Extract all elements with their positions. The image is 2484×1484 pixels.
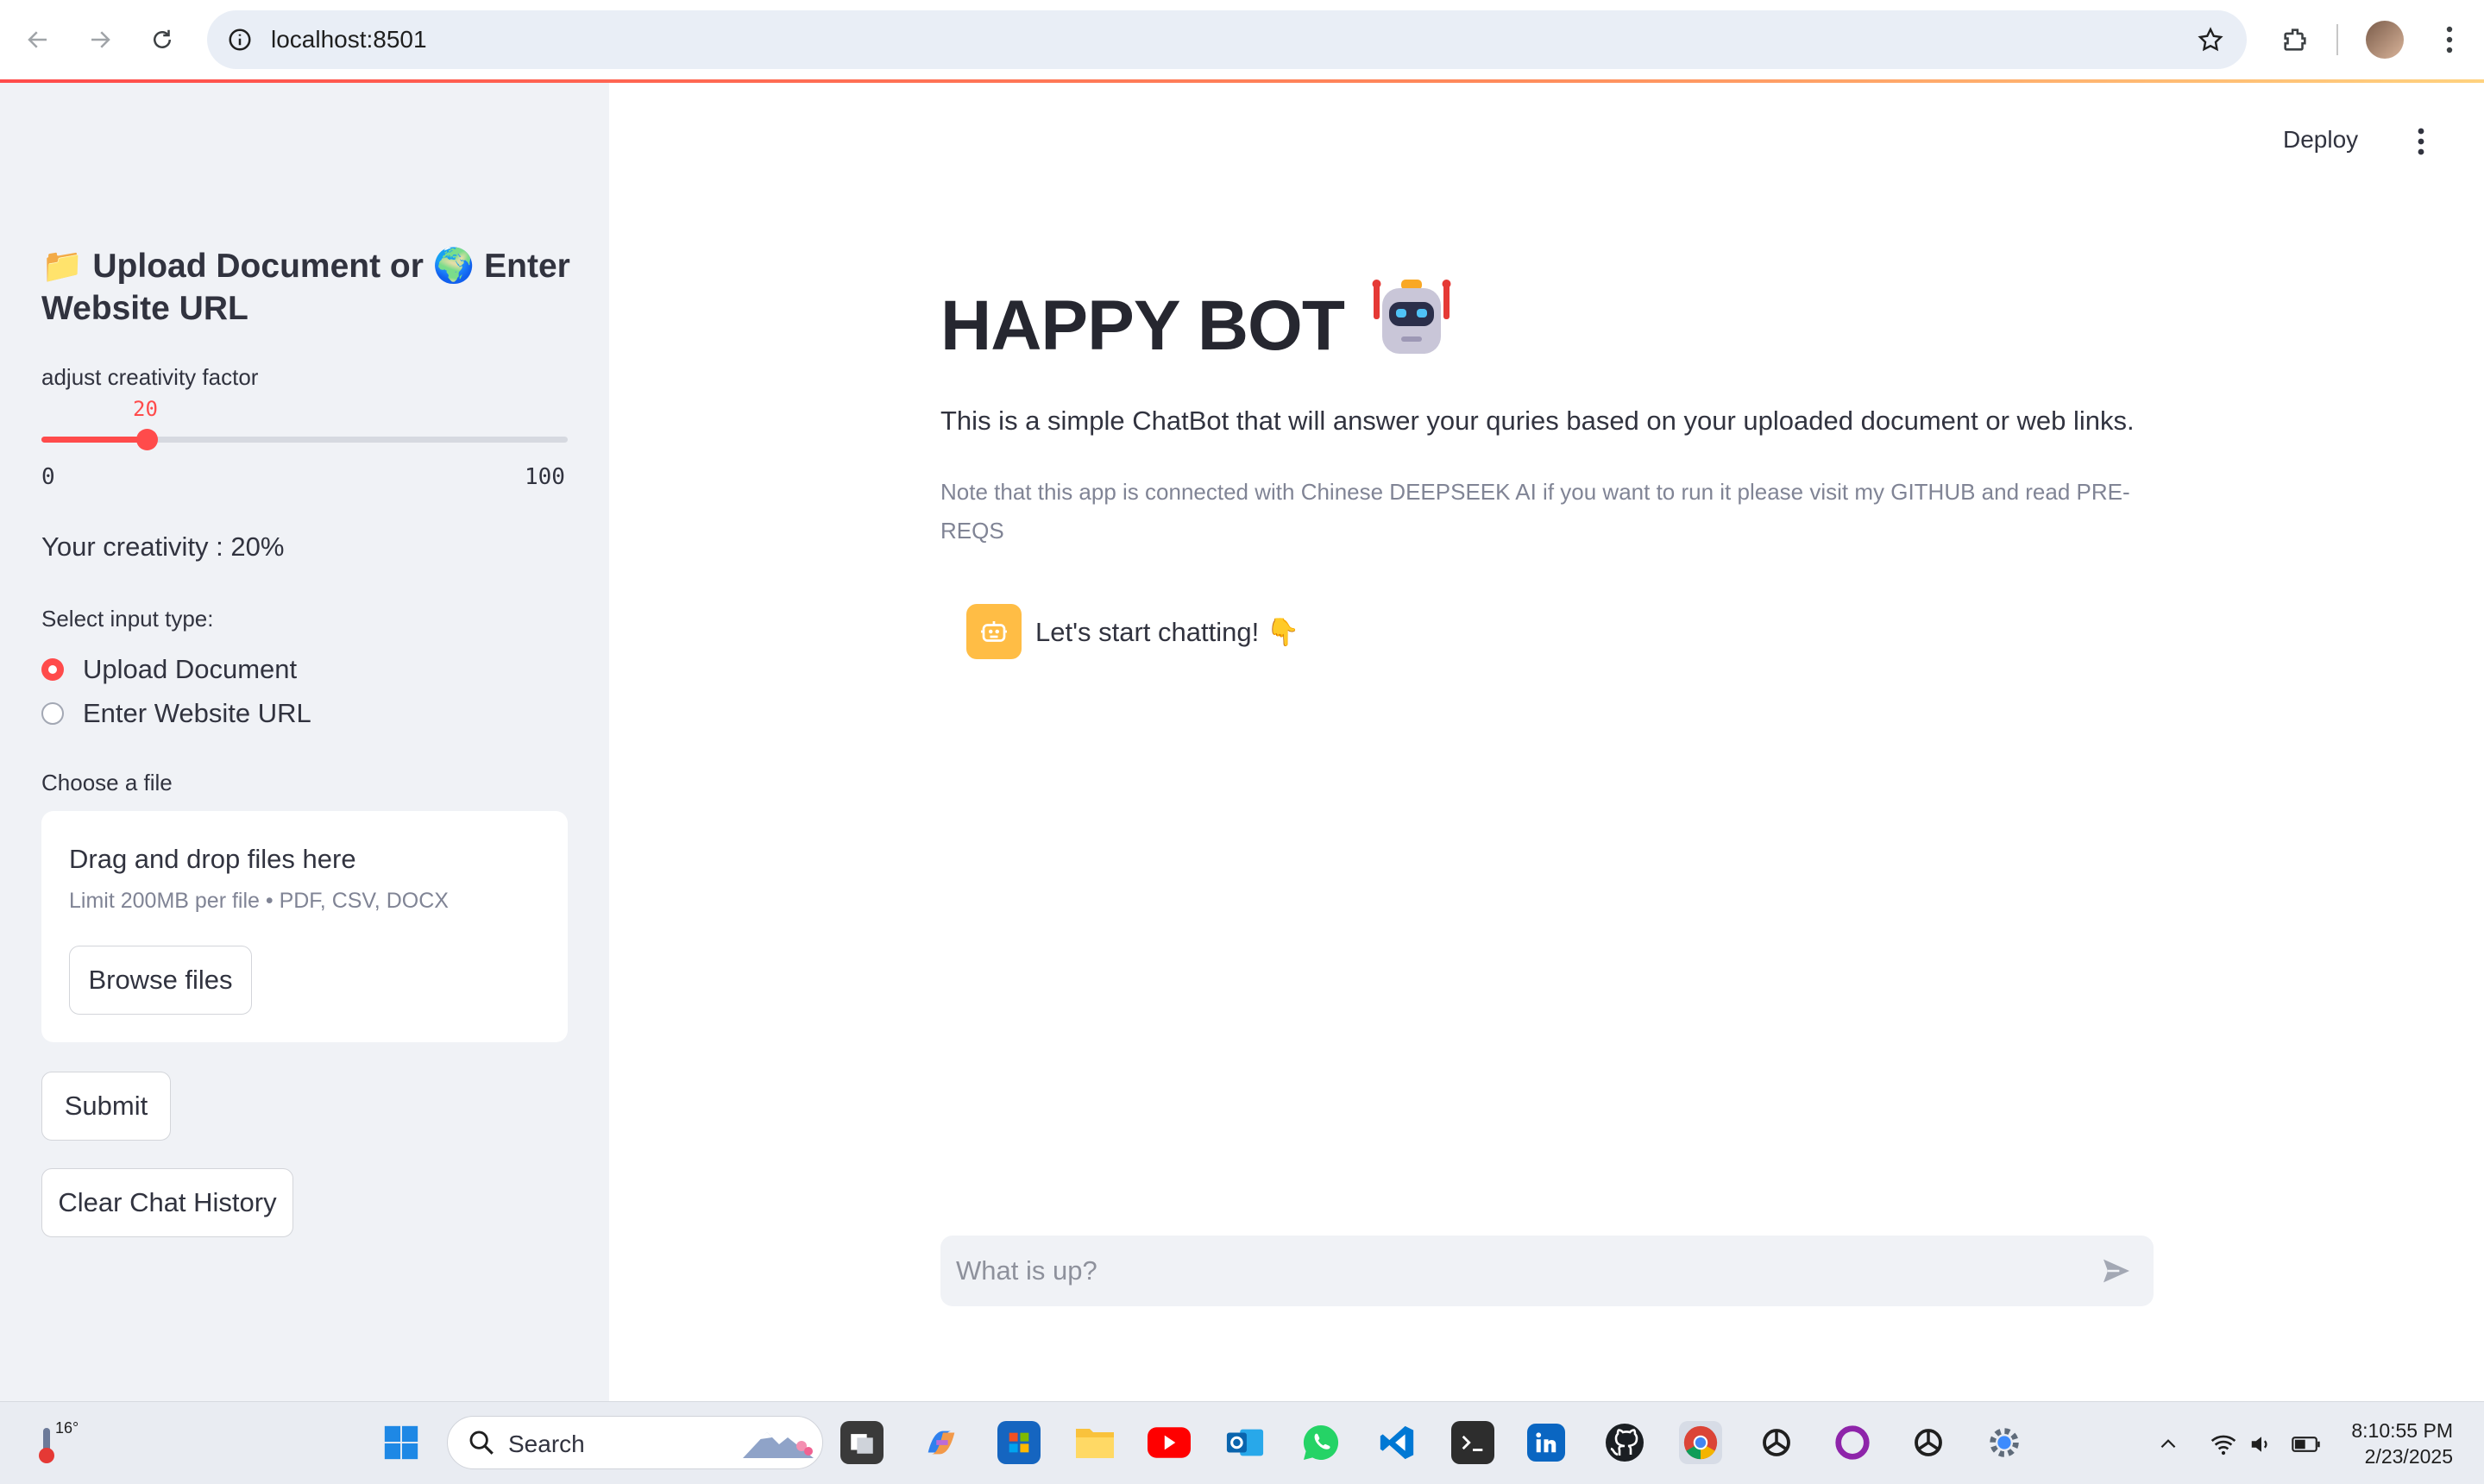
chevron-up-icon[interactable] — [2154, 1430, 2183, 1459]
address-bar[interactable]: localhost:8501 — [207, 10, 2247, 69]
toolbar-divider — [2336, 24, 2338, 55]
chatgpt-icon[interactable] — [1755, 1421, 1798, 1464]
openai-icon[interactable] — [1907, 1421, 1950, 1464]
radio-selected-icon[interactable] — [41, 658, 64, 681]
dropzone-title: Drag and drop files here — [69, 844, 356, 874]
dropzone-subtitle: Limit 200MB per file • PDF, CSV, DOCX — [69, 889, 449, 913]
bot-avatar-icon — [966, 604, 1022, 659]
outlook-icon[interactable] — [1223, 1421, 1267, 1464]
wifi-icon[interactable] — [2209, 1430, 2238, 1459]
profile-avatar[interactable] — [2366, 21, 2404, 59]
taskbar-search-label: Search — [508, 1431, 585, 1457]
clock-date: 2/23/2025 — [2364, 1445, 2453, 1468]
page-title-text: HAPPY BOT — [940, 286, 1345, 365]
youtube-icon[interactable] — [1148, 1421, 1191, 1464]
sidebar: 📁 Upload Document or 🌍 Enter Website URL… — [0, 83, 609, 1401]
search-icon — [469, 1431, 494, 1455]
windows-start-icon[interactable] — [380, 1421, 423, 1464]
cortana-ring-icon[interactable] — [1831, 1421, 1874, 1464]
app-note: Note that this app is connected with Chi… — [940, 479, 2130, 544]
taskbar-clock[interactable]: 8:10:55 PM 2/23/2025 — [2351, 1418, 2453, 1469]
slider-thumb[interactable] — [136, 429, 158, 450]
microsoft-store-icon[interactable] — [997, 1421, 1041, 1464]
slider-min-label: 0 — [41, 464, 55, 490]
task-view-icon[interactable] — [840, 1421, 884, 1464]
slider-max-label: 100 — [525, 464, 565, 490]
chat-input-box[interactable] — [940, 1236, 2154, 1306]
file-explorer-icon[interactable] — [1073, 1421, 1116, 1464]
creativity-slider[interactable] — [41, 429, 568, 450]
radio-enter-website-url[interactable]: Enter Website URL — [41, 696, 311, 731]
radio-label: Upload Document — [83, 654, 298, 684]
browse-files-button[interactable]: Browse files — [69, 946, 252, 1015]
chat-message-text: Let's start chatting! 👇 — [1035, 616, 1300, 647]
copilot-icon[interactable] — [920, 1421, 963, 1464]
radio-upload-document[interactable]: Upload Document — [41, 652, 297, 687]
forward-arrow-icon[interactable] — [79, 19, 121, 60]
weather-temp: 16° — [55, 1419, 79, 1437]
bookmark-star-icon[interactable] — [2193, 22, 2228, 57]
linkedin-icon[interactable] — [1527, 1424, 1565, 1462]
site-info-icon[interactable] — [223, 22, 257, 57]
browser-toolbar: localhost:8501 — [0, 0, 2484, 79]
radio-unselected-icon[interactable] — [41, 702, 64, 725]
settings-gear-icon[interactable] — [1983, 1421, 2026, 1464]
app-menu-icon[interactable] — [2404, 123, 2438, 160]
app-description: This is a simple ChatBot that will answe… — [940, 406, 2135, 436]
extensions-icon[interactable] — [2274, 19, 2316, 60]
volume-icon[interactable] — [2247, 1430, 2276, 1459]
terminal-icon[interactable] — [1451, 1421, 1494, 1464]
robot-icon — [1370, 276, 1453, 376]
clock-time: 8:10:55 PM — [2351, 1419, 2453, 1442]
page-title: HAPPY BOT — [940, 276, 1453, 376]
taskbar-search[interactable]: Search — [447, 1416, 823, 1469]
chrome-icon[interactable] — [1679, 1421, 1722, 1464]
deploy-button[interactable]: Deploy — [2283, 126, 2358, 154]
clear-chat-history-button[interactable]: Clear Chat History — [41, 1168, 293, 1237]
browser-menu-icon[interactable] — [2429, 19, 2470, 60]
file-dropzone[interactable]: Drag and drop files here Limit 200MB per… — [41, 811, 568, 1042]
back-arrow-icon[interactable] — [17, 19, 59, 60]
send-icon[interactable] — [2098, 1253, 2135, 1289]
input-type-label: Select input type: — [41, 606, 214, 632]
file-label: Choose a file — [41, 770, 173, 795]
chat-message: Let's start chatting! 👇 — [966, 604, 1299, 659]
slider-fill — [41, 437, 147, 443]
submit-button[interactable]: Submit — [41, 1072, 171, 1141]
creativity-text: Your creativity : 20% — [41, 531, 285, 562]
whatsapp-icon[interactable] — [1299, 1421, 1343, 1464]
radio-label: Enter Website URL — [83, 698, 311, 728]
vscode-icon[interactable] — [1375, 1421, 1418, 1464]
github-icon[interactable] — [1603, 1421, 1646, 1464]
sidebar-header: 📁 Upload Document or 🌍 Enter Website URL — [41, 248, 570, 327]
taskbar: 16° Search 8:10:55 PM 2/23/2025 — [0, 1401, 2484, 1484]
weather-widget[interactable]: 16° — [35, 1419, 86, 1468]
chat-input[interactable] — [940, 1236, 2078, 1306]
slider-value: 20 — [133, 397, 158, 421]
slider-label: adjust creativity factor — [41, 364, 259, 390]
url-text[interactable]: localhost:8501 — [271, 26, 427, 53]
battery-icon[interactable] — [2292, 1430, 2321, 1459]
reload-icon[interactable] — [141, 19, 183, 60]
search-highlight-icon — [743, 1432, 814, 1458]
